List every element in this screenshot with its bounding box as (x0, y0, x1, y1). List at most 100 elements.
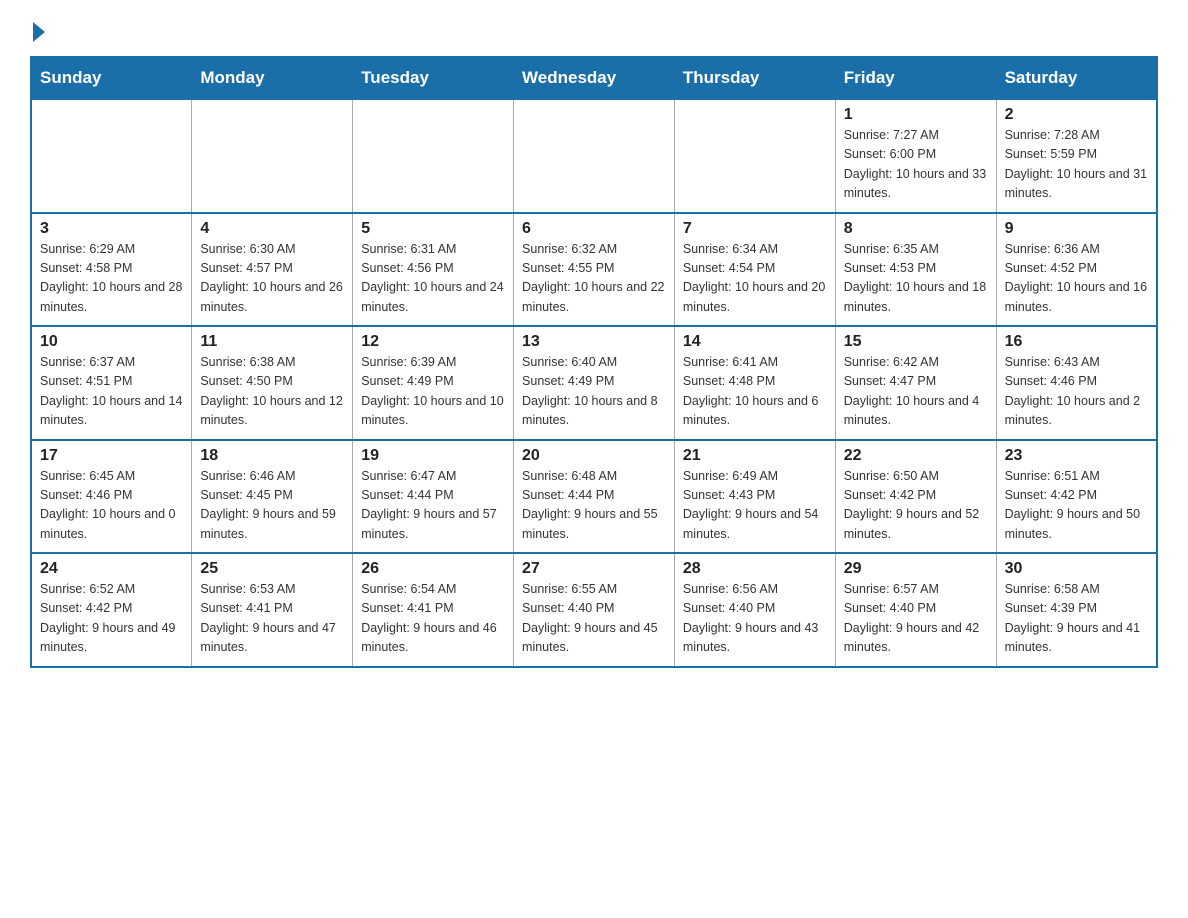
day-info: Sunrise: 6:31 AMSunset: 4:56 PMDaylight:… (361, 240, 505, 318)
weekday-header-wednesday: Wednesday (514, 57, 675, 99)
day-number: 8 (844, 220, 988, 238)
day-number: 26 (361, 560, 505, 578)
day-info: Sunrise: 6:29 AMSunset: 4:58 PMDaylight:… (40, 240, 183, 318)
calendar-cell: 19Sunrise: 6:47 AMSunset: 4:44 PMDayligh… (353, 440, 514, 554)
day-number: 18 (200, 447, 344, 465)
day-number: 24 (40, 560, 183, 578)
day-number: 3 (40, 220, 183, 238)
day-number: 19 (361, 447, 505, 465)
calendar-cell: 15Sunrise: 6:42 AMSunset: 4:47 PMDayligh… (835, 326, 996, 440)
logo-arrow-icon (33, 22, 45, 42)
day-info: Sunrise: 6:49 AMSunset: 4:43 PMDaylight:… (683, 467, 827, 545)
calendar-week-5: 24 Sunrise: 6:52 AMSunset: 4:42 PMDayligh… (31, 553, 1157, 667)
calendar-week-3: 10Sunrise: 6:37 AMSunset: 4:51 PMDayligh… (31, 326, 1157, 440)
calendar-cell: 2 Sunrise: 7:28 AMSunset: 5:59 PMDaylight… (996, 99, 1157, 213)
day-number: 17 (40, 447, 183, 465)
calendar-cell (31, 99, 192, 213)
calendar-table: SundayMondayTuesdayWednesdayThursdayFrid… (30, 56, 1158, 668)
day-number: 25 (200, 560, 344, 578)
day-info: Sunrise: 6:50 AMSunset: 4:42 PMDaylight:… (844, 467, 988, 545)
calendar-cell: 28 Sunrise: 6:56 AMSunset: 4:40 PMDayligh… (674, 553, 835, 667)
day-info: Sunrise: 6:56 AMSunset: 4:40 PMDaylight:… (683, 580, 827, 658)
day-info: Sunrise: 6:54 AMSunset: 4:41 PMDaylight:… (361, 580, 505, 658)
day-info: Sunrise: 6:52 AMSunset: 4:42 PMDaylight:… (40, 580, 183, 658)
day-info: Sunrise: 6:53 AMSunset: 4:41 PMDaylight:… (200, 580, 344, 658)
day-number: 5 (361, 220, 505, 238)
calendar-cell: 30 Sunrise: 6:58 AMSunset: 4:39 PMDayligh… (996, 553, 1157, 667)
logo (30, 20, 45, 38)
day-info: Sunrise: 6:51 AMSunset: 4:42 PMDaylight:… (1005, 467, 1148, 545)
weekday-header-friday: Friday (835, 57, 996, 99)
calendar-cell: 16 Sunrise: 6:43 AMSunset: 4:46 PMDayligh… (996, 326, 1157, 440)
weekday-header-thursday: Thursday (674, 57, 835, 99)
day-number: 15 (844, 333, 988, 351)
calendar-cell: 20Sunrise: 6:48 AMSunset: 4:44 PMDayligh… (514, 440, 675, 554)
day-number: 11 (200, 333, 344, 351)
calendar-week-1: 1 Sunrise: 7:27 AMSunset: 6:00 PMDaylight… (31, 99, 1157, 213)
day-info: Sunrise: 6:32 AMSunset: 4:55 PMDaylight:… (522, 240, 666, 318)
calendar-cell: 29 Sunrise: 6:57 AMSunset: 4:40 PMDayligh… (835, 553, 996, 667)
calendar-cell: 1 Sunrise: 7:27 AMSunset: 6:00 PMDaylight… (835, 99, 996, 213)
calendar-cell: 13 Sunrise: 6:40 AMSunset: 4:49 PMDayligh… (514, 326, 675, 440)
calendar-cell: 6 Sunrise: 6:32 AMSunset: 4:55 PMDaylight… (514, 213, 675, 327)
calendar-week-2: 3 Sunrise: 6:29 AMSunset: 4:58 PMDaylight… (31, 213, 1157, 327)
calendar-cell: 21 Sunrise: 6:49 AMSunset: 4:43 PMDayligh… (674, 440, 835, 554)
calendar-cell: 17 Sunrise: 6:45 AMSunset: 4:46 PMDayligh… (31, 440, 192, 554)
calendar-cell: 14Sunrise: 6:41 AMSunset: 4:48 PMDayligh… (674, 326, 835, 440)
day-info: Sunrise: 6:48 AMSunset: 4:44 PMDaylight:… (522, 467, 666, 545)
calendar-cell: 7Sunrise: 6:34 AMSunset: 4:54 PMDaylight… (674, 213, 835, 327)
day-number: 29 (844, 560, 988, 578)
day-number: 2 (1005, 106, 1148, 124)
day-number: 28 (683, 560, 827, 578)
day-number: 21 (683, 447, 827, 465)
calendar-cell: 3 Sunrise: 6:29 AMSunset: 4:58 PMDaylight… (31, 213, 192, 327)
calendar-week-4: 17 Sunrise: 6:45 AMSunset: 4:46 PMDayligh… (31, 440, 1157, 554)
calendar-cell (192, 99, 353, 213)
day-info: Sunrise: 7:28 AMSunset: 5:59 PMDaylight:… (1005, 126, 1148, 204)
day-info: Sunrise: 6:45 AMSunset: 4:46 PMDaylight:… (40, 467, 183, 545)
day-number: 10 (40, 333, 183, 351)
page-header (30, 20, 1158, 38)
day-info: Sunrise: 6:35 AMSunset: 4:53 PMDaylight:… (844, 240, 988, 318)
weekday-header-row: SundayMondayTuesdayWednesdayThursdayFrid… (31, 57, 1157, 99)
day-number: 30 (1005, 560, 1148, 578)
weekday-header-saturday: Saturday (996, 57, 1157, 99)
calendar-cell: 23 Sunrise: 6:51 AMSunset: 4:42 PMDayligh… (996, 440, 1157, 554)
calendar-cell: 24 Sunrise: 6:52 AMSunset: 4:42 PMDayligh… (31, 553, 192, 667)
calendar-cell: 9 Sunrise: 6:36 AMSunset: 4:52 PMDaylight… (996, 213, 1157, 327)
weekday-header-tuesday: Tuesday (353, 57, 514, 99)
day-info: Sunrise: 6:34 AMSunset: 4:54 PMDaylight:… (683, 240, 827, 318)
calendar-cell: 18 Sunrise: 6:46 AMSunset: 4:45 PMDayligh… (192, 440, 353, 554)
day-info: Sunrise: 6:58 AMSunset: 4:39 PMDaylight:… (1005, 580, 1148, 658)
day-number: 1 (844, 106, 988, 124)
calendar-cell: 27Sunrise: 6:55 AMSunset: 4:40 PMDayligh… (514, 553, 675, 667)
calendar-cell: 4 Sunrise: 6:30 AMSunset: 4:57 PMDaylight… (192, 213, 353, 327)
day-number: 13 (522, 333, 666, 351)
day-info: Sunrise: 6:36 AMSunset: 4:52 PMDaylight:… (1005, 240, 1148, 318)
day-number: 6 (522, 220, 666, 238)
day-info: Sunrise: 6:46 AMSunset: 4:45 PMDaylight:… (200, 467, 344, 545)
day-number: 22 (844, 447, 988, 465)
day-info: Sunrise: 6:57 AMSunset: 4:40 PMDaylight:… (844, 580, 988, 658)
day-info: Sunrise: 6:40 AMSunset: 4:49 PMDaylight:… (522, 353, 666, 431)
day-number: 14 (683, 333, 827, 351)
day-number: 9 (1005, 220, 1148, 238)
weekday-header-monday: Monday (192, 57, 353, 99)
calendar-cell: 12Sunrise: 6:39 AMSunset: 4:49 PMDayligh… (353, 326, 514, 440)
day-number: 16 (1005, 333, 1148, 351)
day-info: Sunrise: 6:55 AMSunset: 4:40 PMDaylight:… (522, 580, 666, 658)
calendar-cell: 22 Sunrise: 6:50 AMSunset: 4:42 PMDayligh… (835, 440, 996, 554)
day-info: Sunrise: 6:39 AMSunset: 4:49 PMDaylight:… (361, 353, 505, 431)
day-info: Sunrise: 7:27 AMSunset: 6:00 PMDaylight:… (844, 126, 988, 204)
day-info: Sunrise: 6:30 AMSunset: 4:57 PMDaylight:… (200, 240, 344, 318)
calendar-cell: 5 Sunrise: 6:31 AMSunset: 4:56 PMDaylight… (353, 213, 514, 327)
day-number: 4 (200, 220, 344, 238)
day-info: Sunrise: 6:38 AMSunset: 4:50 PMDaylight:… (200, 353, 344, 431)
weekday-header-sunday: Sunday (31, 57, 192, 99)
calendar-cell: 26 Sunrise: 6:54 AMSunset: 4:41 PMDayligh… (353, 553, 514, 667)
day-number: 23 (1005, 447, 1148, 465)
calendar-cell (514, 99, 675, 213)
calendar-cell: 25 Sunrise: 6:53 AMSunset: 4:41 PMDayligh… (192, 553, 353, 667)
calendar-cell: 8 Sunrise: 6:35 AMSunset: 4:53 PMDaylight… (835, 213, 996, 327)
day-info: Sunrise: 6:43 AMSunset: 4:46 PMDaylight:… (1005, 353, 1148, 431)
